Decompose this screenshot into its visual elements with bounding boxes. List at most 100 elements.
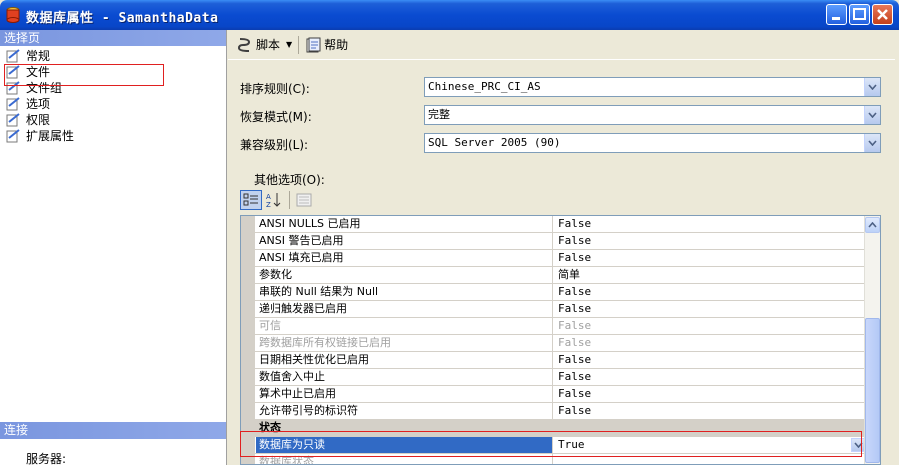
title-bar[interactable]: 数据库属性 - SamanthaData (0, 0, 899, 30)
category-row-status[interactable]: ⊟ 状态 (255, 420, 866, 437)
grid-toolbar-separator (289, 191, 290, 209)
grid-toolbar: AZ (240, 188, 330, 212)
property-row[interactable]: 允许带引号的标识符 False (255, 403, 866, 420)
chevron-down-icon (868, 140, 877, 146)
page-icon (6, 113, 20, 127)
collation-row: 排序规则(C): (240, 79, 425, 97)
property-value[interactable]: False (555, 216, 866, 232)
property-name: 参数化 (256, 267, 553, 283)
page-icon (6, 129, 20, 143)
property-row[interactable]: 数值舍入中止 False (255, 369, 866, 386)
property-row[interactable]: ANSI 填充已启用 False (255, 250, 866, 267)
other-options-label: 其他选项(O): (254, 173, 325, 187)
property-row[interactable]: 日期相关性优化已启用 False (255, 352, 866, 369)
property-grid[interactable]: ANSI NULLS 已启用 False ANSI 警告已启用 False ANSI 填… (240, 215, 881, 465)
nav-item-label: 常规 (26, 49, 51, 63)
window-title: 数据库属性 - SamanthaData (26, 11, 219, 26)
help-button[interactable]: 帮助 (302, 34, 351, 56)
nav-item-options[interactable]: 选项 (0, 96, 226, 112)
compat-select[interactable]: SQL Server 2005 (90) (424, 133, 881, 153)
property-value (555, 454, 866, 464)
compat-label: 兼容级别(L): (240, 137, 309, 152)
property-row[interactable]: 跨数据库所有权链接已启用 False (255, 335, 866, 352)
compat-row: 兼容级别(L): (240, 135, 425, 153)
recovery-value: 完整 (428, 108, 450, 121)
property-name: 跨数据库所有权链接已启用 (256, 335, 553, 351)
page-icon (6, 97, 20, 111)
property-value[interactable]: False (555, 335, 866, 351)
database-icon (6, 7, 20, 23)
collation-label: 排序规则(C): (240, 81, 310, 96)
collation-value: Chinese_PRC_CI_AS (428, 80, 541, 93)
property-value-text: True (558, 438, 585, 451)
property-value[interactable]: False (555, 301, 866, 317)
property-pages-icon (296, 193, 312, 207)
value-dropdown-button[interactable] (851, 438, 865, 452)
property-row[interactable]: ANSI 警告已启用 False (255, 233, 866, 250)
nav-item-label: 扩展属性 (26, 129, 75, 143)
property-name: 串联的 Null 结果为 Null (256, 284, 553, 300)
select-page-pane: 选择页 常规 文件 文件组 选项 权限 扩展属性 连接 服务器: (0, 30, 227, 465)
property-value[interactable]: False (555, 250, 866, 266)
categorized-button[interactable] (240, 190, 262, 210)
grid-scrollbar[interactable] (864, 216, 880, 464)
nav-item-label: 权限 (26, 113, 51, 127)
property-value[interactable]: False (555, 284, 866, 300)
maximize-button[interactable] (849, 4, 870, 25)
property-value[interactable]: False (555, 352, 866, 368)
property-value[interactable]: False (555, 403, 866, 419)
property-row-db-state[interactable]: 数据库状态 (255, 454, 866, 464)
close-icon (877, 9, 888, 20)
category-label: 状态 (259, 421, 281, 434)
scroll-thumb[interactable] (865, 318, 880, 463)
options-highlight-box (4, 64, 164, 86)
property-row[interactable]: 可信 False (255, 318, 866, 335)
nav-item-extended-properties[interactable]: 扩展属性 (0, 128, 226, 144)
server-label: 服务器: (26, 452, 67, 465)
nav-item-permissions[interactable]: 权限 (0, 112, 226, 128)
chevron-down-icon (868, 84, 877, 90)
property-name: 可信 (256, 318, 553, 334)
property-value[interactable]: False (555, 318, 866, 334)
property-row[interactable]: 递归触发器已启用 False (255, 301, 866, 318)
property-row-readonly[interactable]: 数据库为只读 True (255, 437, 866, 454)
property-value[interactable]: False (555, 386, 866, 402)
script-button[interactable]: 脚本 ▼ (234, 34, 295, 56)
recovery-dropdown-button[interactable] (864, 106, 880, 124)
property-name: 允许带引号的标识符 (256, 403, 553, 419)
chevron-down-icon (853, 442, 863, 448)
collation-select[interactable]: Chinese_PRC_CI_AS (424, 77, 881, 97)
svg-text:Z: Z (266, 201, 271, 208)
chevron-down-icon (868, 112, 877, 118)
toolbar-separator (298, 35, 300, 54)
close-button[interactable] (872, 4, 893, 25)
collation-dropdown-button[interactable] (864, 78, 880, 96)
compat-dropdown-button[interactable] (864, 134, 880, 152)
compat-value: SQL Server 2005 (90) (428, 136, 561, 149)
scroll-up-button[interactable] (865, 217, 880, 233)
page-nav-list: 常规 文件 文件组 选项 权限 扩展属性 (0, 46, 226, 144)
property-value[interactable]: False (555, 369, 866, 385)
property-row[interactable]: 参数化 简单 (255, 267, 866, 284)
select-page-header: 选择页 (0, 30, 226, 46)
options-page: 脚本 ▼ 帮助 排序规则(C): Chinese_PRC_CI_AS 恢复模式(… (228, 30, 895, 465)
property-row[interactable]: 串联的 Null 结果为 Null False (255, 284, 866, 301)
property-value[interactable]: 简单 (555, 267, 866, 283)
property-name: 递归触发器已启用 (256, 301, 553, 317)
property-name: ANSI 填充已启用 (256, 250, 553, 266)
property-name: 日期相关性优化已启用 (256, 352, 553, 368)
script-button-label: 脚本 (256, 38, 281, 52)
nav-item-general[interactable]: 常规 (0, 48, 226, 64)
recovery-label: 恢复模式(M): (240, 109, 312, 124)
recovery-select[interactable]: 完整 (424, 105, 881, 125)
alphabetical-button[interactable]: AZ (263, 190, 285, 210)
property-pages-button[interactable] (293, 190, 315, 210)
property-row[interactable]: 算术中止已启用 False (255, 386, 866, 403)
property-name: 数值舍入中止 (256, 369, 553, 385)
minimize-button[interactable] (826, 4, 847, 25)
property-value[interactable]: True (555, 437, 866, 453)
property-row[interactable]: ANSI NULLS 已启用 False (255, 216, 866, 233)
property-value[interactable]: False (555, 233, 866, 249)
chevron-down-icon[interactable]: ▼ (286, 40, 292, 49)
recovery-row: 恢复模式(M): (240, 107, 425, 125)
